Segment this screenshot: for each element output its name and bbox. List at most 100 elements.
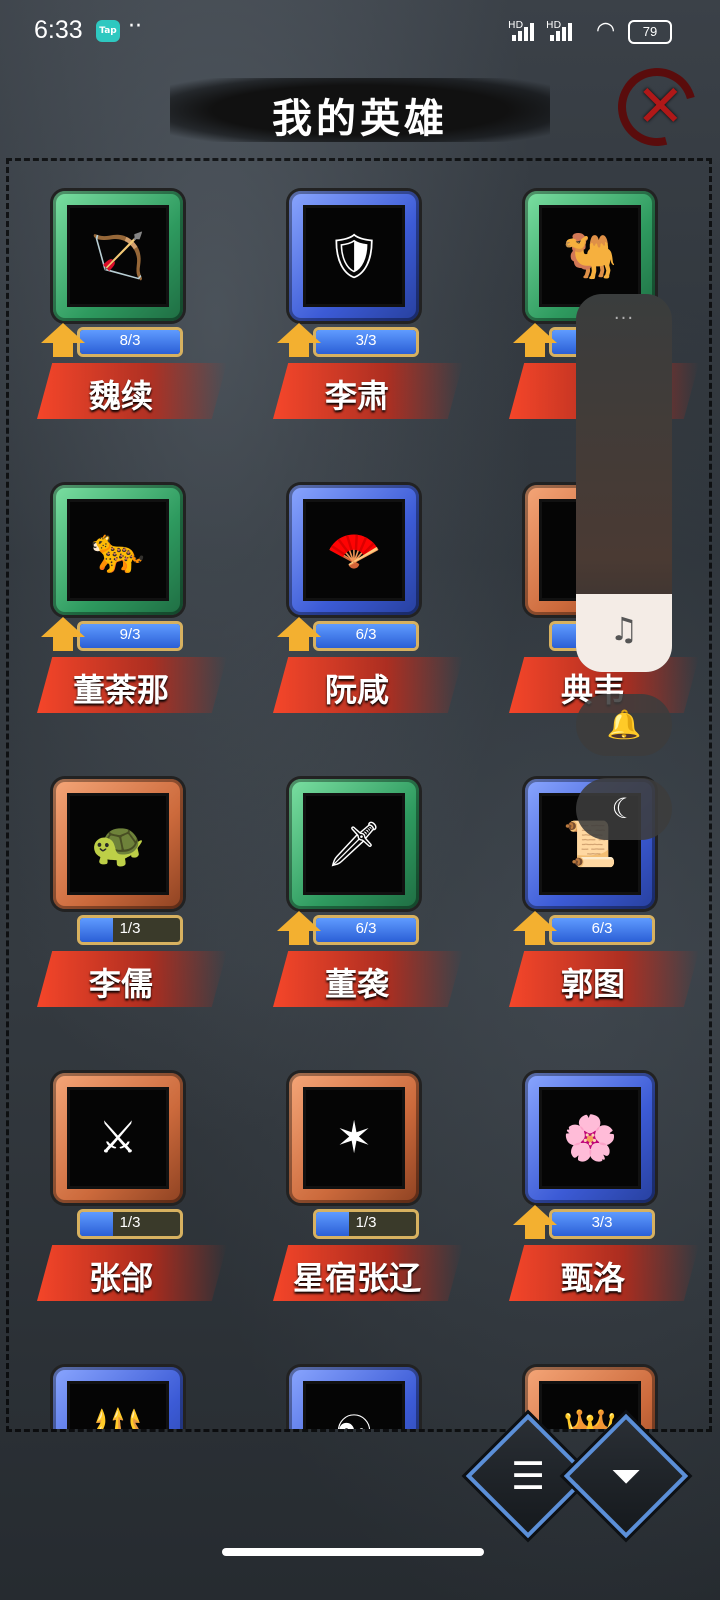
- panel-handle[interactable]: ···: [576, 308, 672, 329]
- floating-side-panel[interactable]: ··· ♫: [576, 294, 672, 672]
- music-button[interactable]: ♫: [576, 594, 672, 672]
- hero-card[interactable]: 🔱: [11, 1337, 231, 1429]
- hero-name: 董荼那: [72, 671, 169, 709]
- hero-shard-progress: 3/3: [313, 327, 419, 357]
- hero-portrait-frame[interactable]: 🐢: [53, 779, 183, 909]
- hero-portrait-frame[interactable]: 🗡: [289, 779, 419, 909]
- hero-card[interactable]: 👑: [483, 1337, 703, 1429]
- hero-card[interactable]: 🪭 6/3 阮咸: [247, 455, 467, 725]
- battery-icon: 79: [628, 20, 672, 44]
- progress-text: 3/3: [355, 332, 377, 349]
- hero-shard-progress: 6/3: [549, 915, 655, 945]
- hero-name: 甄洛: [560, 1259, 625, 1297]
- hero-shard-progress: 1/3: [77, 1209, 183, 1239]
- status-bar: 6:33 Tap ·· HD HD ◠ 79: [0, 0, 720, 64]
- hero-portrait: ☯: [303, 1381, 405, 1432]
- hero-shard-progress: 3/3: [549, 1209, 655, 1239]
- upgrade-arrow-icon[interactable]: [277, 911, 321, 945]
- close-button[interactable]: ✕: [603, 53, 711, 161]
- hero-portrait: 🐫: [539, 205, 641, 307]
- hero-card[interactable]: 🏹 8/3 魏续: [11, 161, 231, 431]
- spearman-icon: 🔱: [91, 1406, 146, 1429]
- archer-icon: 🏹: [90, 231, 146, 282]
- dark-mode-button[interactable]: ☾: [576, 778, 672, 840]
- monk-icon: ☯: [334, 1406, 374, 1432]
- hero-portrait-frame[interactable]: 👑: [525, 1367, 655, 1429]
- leopard-shield-icon: 🐆: [90, 525, 146, 576]
- music-note-icon: ♫: [609, 610, 639, 648]
- progress-text: 8/3: [119, 332, 141, 349]
- turtle-rider-icon: 🐢: [90, 819, 146, 870]
- hero-card[interactable]: 🐢 1/3 李儒: [11, 749, 231, 1019]
- progress-text: 1/3: [119, 920, 141, 937]
- hero-portrait-frame[interactable]: ⚔: [53, 1073, 183, 1203]
- hero-portrait: 🐢: [67, 793, 169, 895]
- hero-shard-progress: 9/3: [77, 621, 183, 651]
- hero-card[interactable]: 🗡 6/3 董袭: [247, 749, 467, 1019]
- title-banner: 我的英雄: [170, 78, 550, 142]
- close-icon: ✕: [636, 72, 685, 140]
- upgrade-arrow-icon[interactable]: [513, 911, 557, 945]
- bell-button[interactable]: 🔔: [576, 694, 672, 756]
- progress-text: 3/3: [591, 1214, 613, 1231]
- bell-icon: 🔔: [606, 708, 642, 741]
- hero-card[interactable]: 🛡 3/3 李肃: [247, 161, 467, 431]
- progress-text: 6/3: [355, 626, 377, 643]
- upgrade-arrow-icon[interactable]: [277, 617, 321, 651]
- wifi-icon: ◠: [596, 18, 616, 43]
- hero-portrait-frame[interactable]: 🪭: [289, 485, 419, 615]
- hero-card[interactable]: 🐆 9/3 董荼那: [11, 455, 231, 725]
- hero-portrait: 🗡: [303, 793, 405, 895]
- hero-portrait-frame[interactable]: 🛡: [289, 191, 419, 321]
- hero-portrait-frame[interactable]: 🐆: [53, 485, 183, 615]
- hero-shard-progress: 8/3: [77, 327, 183, 357]
- progress-text: 1/3: [355, 1214, 377, 1231]
- signal-bars-2-icon: [550, 22, 574, 42]
- hero-portrait: 🛡: [303, 205, 405, 307]
- moon-icon: ☾: [611, 792, 637, 825]
- hero-portrait: 🪭: [303, 499, 405, 601]
- camel-rider-icon: 🐫: [562, 231, 618, 282]
- list-icon: ☰: [510, 1454, 546, 1498]
- hero-portrait: 🔱: [67, 1381, 169, 1429]
- upgrade-arrow-icon[interactable]: [41, 323, 85, 357]
- star-general-icon: ✶: [335, 1112, 373, 1164]
- swordsman-icon: 🗡: [326, 819, 382, 870]
- status-time: 6:33: [34, 16, 83, 44]
- hero-portrait-frame[interactable]: ✶: [289, 1073, 419, 1203]
- hero-name: 张郃: [88, 1259, 153, 1297]
- filter-button[interactable]: ⏷: [563, 1413, 689, 1539]
- filter-icon: ⏷: [610, 1454, 642, 1498]
- progress-text: 6/3: [591, 920, 613, 937]
- upgrade-arrow-icon[interactable]: [513, 323, 557, 357]
- hero-card[interactable]: ✶ 1/3 星宿张辽: [247, 1043, 467, 1313]
- progress-text: 1/3: [119, 1214, 141, 1231]
- armored-general-icon: 🛡: [326, 231, 382, 282]
- hero-card[interactable]: ☯: [247, 1337, 467, 1432]
- upgrade-arrow-icon[interactable]: [513, 1205, 557, 1239]
- progress-text: 6/3: [355, 920, 377, 937]
- hero-name: 李肃: [324, 377, 389, 415]
- notification-dots: ··: [128, 14, 142, 39]
- hero-name: 魏续: [88, 377, 153, 415]
- upgrade-arrow-icon[interactable]: [277, 323, 321, 357]
- hero-portrait-frame[interactable]: ☯: [289, 1367, 419, 1432]
- fan-scholar-icon: 🪭: [326, 525, 382, 576]
- hero-name: 董袭: [324, 965, 389, 1003]
- home-indicator[interactable]: [222, 1548, 484, 1556]
- hero-portrait: 🌸: [539, 1087, 641, 1189]
- hero-card[interactable]: ⚔ 1/3 张郃: [11, 1043, 231, 1313]
- hero-portrait-frame[interactable]: 🔱: [53, 1367, 183, 1429]
- hero-portrait-frame[interactable]: 🌸: [525, 1073, 655, 1203]
- hero-shard-progress: 1/3: [77, 915, 183, 945]
- golden-general-icon: 👑: [563, 1406, 618, 1429]
- hero-name: 星宿张辽: [292, 1259, 421, 1297]
- upgrade-arrow-icon[interactable]: [41, 617, 85, 651]
- hero-portrait-frame[interactable]: 🏹: [53, 191, 183, 321]
- hero-name: 郭图: [560, 965, 625, 1003]
- hero-card[interactable]: 🌸 3/3 甄洛: [483, 1043, 703, 1313]
- tap-app-icon: Tap: [96, 20, 120, 42]
- dual-blade-icon: ⚔: [98, 1112, 138, 1164]
- hero-shard-progress: 6/3: [313, 621, 419, 651]
- hero-name: 阮咸: [324, 671, 389, 709]
